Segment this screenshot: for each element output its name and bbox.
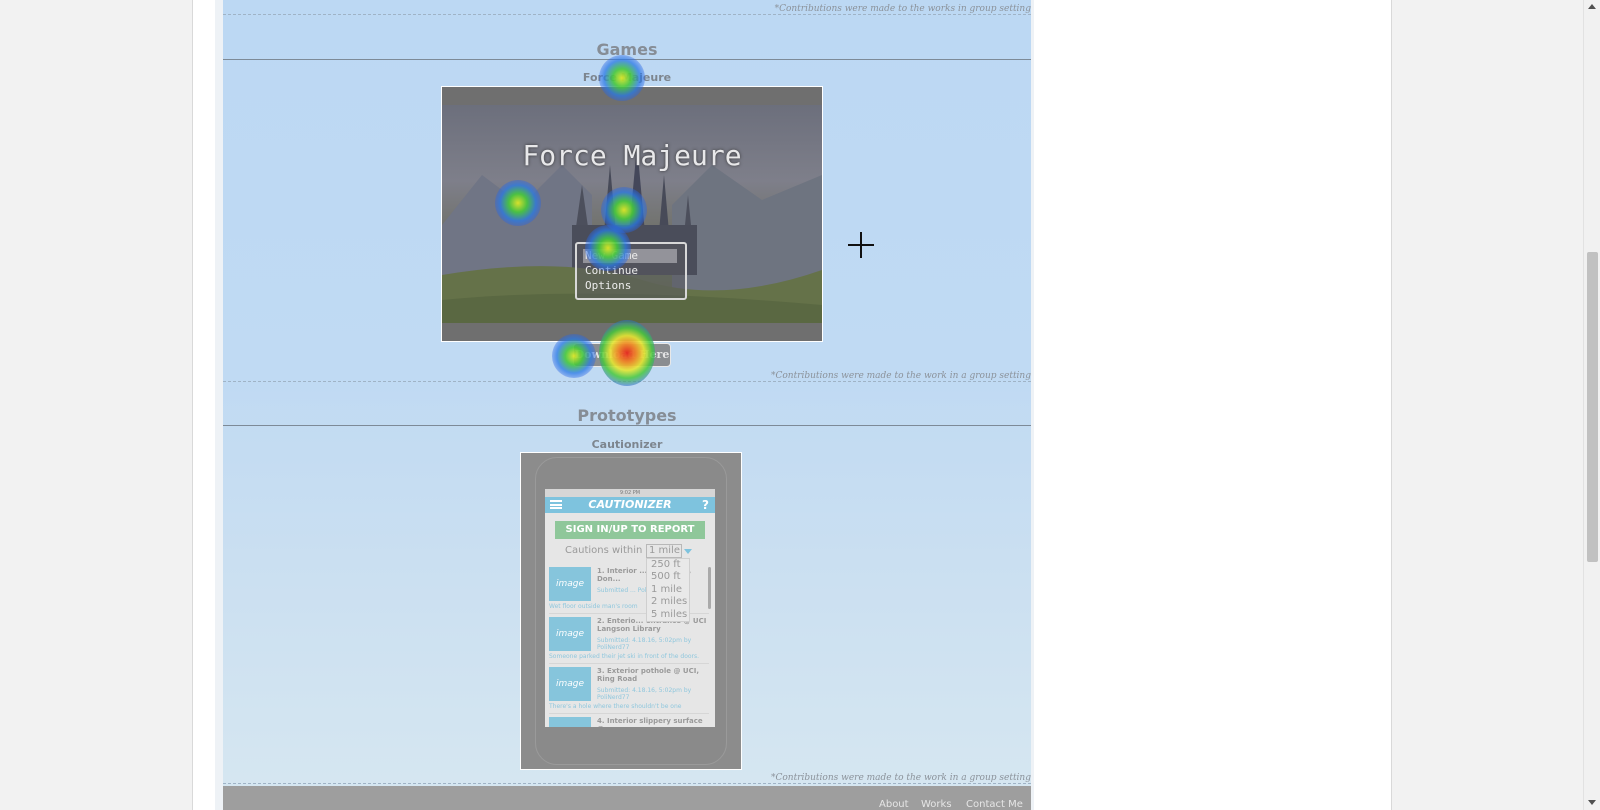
crosshair-cursor-icon	[848, 232, 874, 258]
portfolio-content: *Contributions were made to the works in…	[223, 0, 1031, 810]
app-title: CAUTIONIZER	[588, 498, 672, 511]
section-title-games: Games	[596, 40, 658, 59]
menu-item-options: Options	[585, 279, 632, 292]
distance-select: 1 mile	[646, 544, 682, 558]
app-header: CAUTIONIZER	[545, 497, 715, 513]
report-thumbnail: image	[549, 567, 591, 601]
page-scrollbar[interactable]	[1583, 0, 1600, 810]
group-credit-note: *Contributions were made to the works in…	[774, 4, 1031, 14]
list-item: image 3. Exterior pothole @ UCI, Ring Ro…	[549, 665, 709, 714]
report-description: There's a hole where there shouldn't be …	[549, 703, 682, 710]
report-thumbnail: image	[549, 617, 591, 651]
scrollbar-thumb[interactable]	[1587, 252, 1598, 562]
game-main-menu: New Game Continue Options	[575, 242, 687, 300]
menu-item-new-game: New Game	[583, 249, 677, 263]
help-icon: ?	[702, 498, 709, 512]
distance-dropdown: 250 ft 500 ft 1 mile 2 miles 5 miles	[646, 558, 690, 622]
section-divider	[223, 381, 1031, 382]
group-credit-note: *Contributions were made to the work in …	[770, 371, 1031, 381]
group-credit-note: *Contributions were made to the work in …	[770, 773, 1031, 783]
screenshot-letterbox-top	[442, 87, 822, 105]
phone-screen: 9:02 PM CAUTIONIZER ? SIGN IN/UP TO REPO…	[545, 489, 715, 727]
distance-option: 1 mile	[651, 583, 682, 595]
report-meta: Submitted: 4.18.16, 5:02pm by PoliNerd77	[597, 687, 692, 701]
section-title-prototypes: Prototypes	[577, 406, 677, 425]
prototype-title-cautionizer: Cautionizer	[591, 438, 663, 451]
section-divider	[223, 14, 1031, 15]
cautions-within-label: Cautions within	[565, 545, 643, 556]
menu-item-continue: Continue	[585, 264, 638, 277]
hamburger-menu-icon	[550, 500, 562, 509]
scroll-down-arrow-icon[interactable]	[1588, 800, 1596, 805]
report-meta: Submitted: 4.18.16, 5:02pm by PoliNerd77	[597, 637, 692, 651]
force-majeure-screenshot[interactable]: Force Majeure New Game Continue Options	[441, 86, 823, 342]
content-column: *Contributions were made to the works in…	[215, 0, 1034, 810]
phone-scrollbar	[708, 567, 711, 609]
list-item: image 2. Enterio... entrance @ UCI Langs…	[549, 615, 709, 664]
game-logo-text: Force Majeure	[522, 139, 742, 172]
list-item: image 4. Interior slippery surface @	[549, 715, 709, 727]
download-button[interactable]: Download Here	[573, 343, 671, 367]
footer-link-about[interactable]: About	[879, 799, 909, 810]
site-footer: About Works Contact Me	[223, 786, 1031, 810]
distance-option: 2 miles	[651, 596, 688, 608]
report-title: 4. Interior slippery surface @	[597, 717, 703, 727]
report-thumbnail: image	[549, 667, 591, 701]
report-title: 3. Exterior pothole @ UCI, Ring Road	[597, 667, 699, 683]
distance-option: 5 miles	[651, 608, 688, 620]
report-thumbnail: image	[549, 717, 591, 727]
chevron-down-icon	[684, 549, 692, 554]
screenshot-letterbox-bottom	[442, 323, 822, 341]
report-description: Someone parked their jet ski in front of…	[549, 653, 700, 660]
page-frame: *Contributions were made to the works in…	[192, 0, 1392, 810]
distance-option: 250 ft	[651, 559, 681, 570]
cautionizer-screenshot[interactable]: 9:02 PM CAUTIONIZER ? SIGN IN/UP TO REPO…	[520, 452, 742, 770]
footer-link-contact[interactable]: Contact Me	[966, 799, 1023, 810]
section-divider	[223, 783, 1031, 784]
distance-option: 500 ft	[651, 571, 681, 583]
scroll-up-arrow-icon[interactable]	[1588, 4, 1596, 9]
game-title-force-majeure: Force Majeure	[582, 71, 672, 84]
section-rule	[223, 59, 1031, 60]
signin-report-button: SIGN IN/UP TO REPORT	[555, 521, 705, 539]
footer-link-works[interactable]: Works	[921, 799, 952, 810]
section-rule	[223, 425, 1031, 426]
phone-status-bar: 9:02 PM	[545, 489, 715, 497]
